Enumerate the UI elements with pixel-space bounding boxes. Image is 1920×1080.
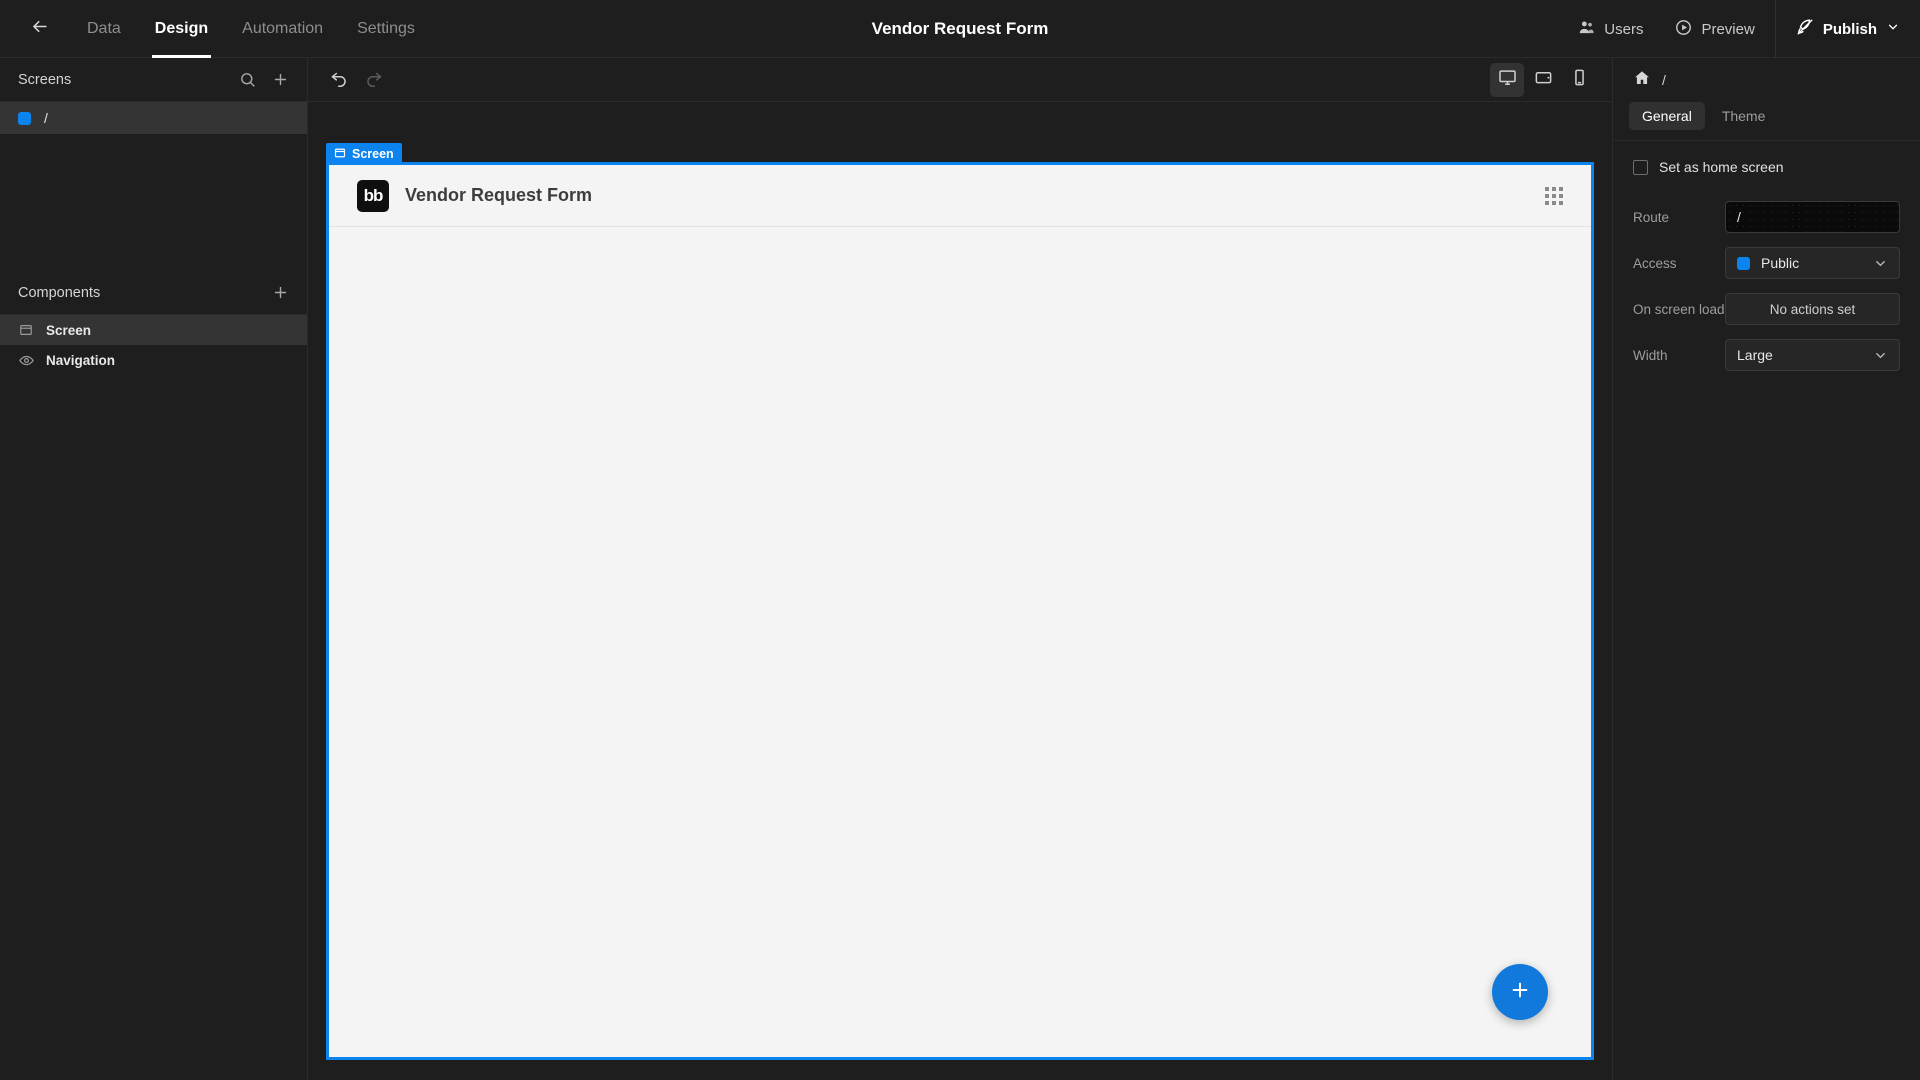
screen-selection-tag[interactable]: Screen: [326, 143, 402, 165]
publish-label: Publish: [1822, 20, 1877, 38]
components-section: Components Screen Navigation: [0, 271, 307, 375]
screens-title: Screens: [18, 71, 72, 88]
arrow-left-icon: [30, 17, 49, 41]
access-badge-icon: [1737, 256, 1750, 270]
tab-theme[interactable]: Theme: [1709, 102, 1779, 130]
screen-preview-frame[interactable]: Screen bb Vendor Request Form: [326, 143, 1594, 1060]
field-on-screen-load: On screen load No actions set: [1633, 293, 1900, 325]
main-nav-tabs: Data Design Automation Settings: [70, 0, 432, 58]
search-icon[interactable]: [239, 71, 256, 88]
grid-dots-icon[interactable]: [1545, 186, 1563, 205]
components-panel-header: Components: [0, 271, 307, 315]
components-title: Components: [18, 284, 101, 301]
route-input-value: /: [1737, 209, 1741, 225]
on-screen-load-value: No actions set: [1769, 301, 1856, 317]
nav-tab-automation[interactable]: Automation: [225, 0, 340, 58]
window-icon: [334, 147, 346, 162]
field-route-label: Route: [1633, 209, 1670, 225]
home-icon[interactable]: [1633, 69, 1651, 92]
nav-tab-design[interactable]: Design: [138, 0, 225, 58]
breadcrumb: /: [1613, 58, 1920, 102]
top-bar: Data Design Automation Settings Vendor R…: [0, 0, 1920, 58]
preview-label: Preview: [1701, 20, 1755, 38]
canvas-viewport: Screen bb Vendor Request Form: [308, 102, 1612, 1080]
preview-app-title: Vendor Request Form: [405, 185, 593, 205]
component-item-screen-label: Screen: [46, 322, 92, 338]
preview-app-navigation: bb Vendor Request Form: [329, 165, 1591, 227]
field-access-label: Access: [1633, 255, 1677, 271]
access-select[interactable]: Public: [1725, 247, 1900, 279]
add-component-icon[interactable]: [272, 284, 289, 301]
eye-icon: [18, 353, 34, 368]
canvas-area: Screen bb Vendor Request Form: [308, 58, 1612, 1080]
app-logo: bb: [357, 179, 389, 212]
breadcrumb-path[interactable]: /: [1662, 72, 1666, 88]
redo-button[interactable]: [356, 63, 390, 97]
tab-general[interactable]: General: [1629, 102, 1705, 130]
tablet-icon: [1534, 68, 1553, 92]
toolbar-divider: [1774, 0, 1776, 58]
field-on-screen-load-label: On screen load: [1633, 301, 1725, 317]
component-item-navigation-label: Navigation: [46, 352, 116, 368]
width-select-value: Large: [1737, 347, 1773, 363]
set-home-screen-checkbox[interactable]: [1633, 159, 1648, 175]
nav-tab-data-label: Data: [87, 19, 121, 37]
plus-icon: [1509, 979, 1531, 1006]
component-item-navigation[interactable]: Navigation: [0, 345, 307, 375]
field-access: Access Public: [1633, 247, 1900, 279]
route-input[interactable]: /: [1725, 201, 1900, 233]
settings-tabs: General Theme: [1613, 102, 1920, 141]
nav-tab-design-label: Design: [154, 19, 209, 37]
screens-panel-header: Screens: [0, 58, 307, 102]
users-icon: [1578, 19, 1595, 40]
back-button[interactable]: [22, 12, 56, 46]
screen-access-badge: [18, 111, 31, 125]
undo-icon: [330, 68, 349, 92]
width-select[interactable]: Large: [1725, 339, 1900, 371]
right-settings-panel: / General Theme Set as home screen Route…: [1612, 58, 1920, 1080]
add-screen-icon[interactable]: [272, 71, 289, 88]
settings-body: Set as home screen Route / Access Public: [1613, 141, 1920, 371]
screen-list-item-label: /: [44, 110, 48, 126]
device-mobile-button[interactable]: [1562, 63, 1596, 97]
tab-general-label: General: [1642, 108, 1692, 124]
nav-tab-settings-label: Settings: [357, 19, 415, 37]
rocket-icon: [1796, 18, 1814, 40]
chevron-down-icon: [1873, 348, 1888, 363]
users-label: Users: [1604, 20, 1644, 38]
device-preview-toggle: [1490, 63, 1596, 97]
set-home-screen-label: Set as home screen: [1659, 159, 1784, 175]
redo-icon: [364, 68, 383, 92]
chevron-down-icon: [1873, 256, 1888, 271]
left-sidebar: Screens / Components Screen Navigation: [0, 58, 308, 1080]
screen-selection-tag-label: Screen: [352, 147, 394, 161]
access-select-value: Public: [1761, 255, 1800, 271]
tab-theme-label: Theme: [1721, 108, 1766, 124]
field-width-label: Width: [1633, 347, 1668, 363]
add-component-fab[interactable]: [1492, 964, 1548, 1020]
set-home-screen-row[interactable]: Set as home screen: [1633, 159, 1900, 175]
desktop-icon: [1498, 68, 1517, 92]
chevron-down-icon: [1886, 20, 1900, 38]
nav-tab-automation-label: Automation: [242, 19, 324, 37]
undo-button[interactable]: [322, 63, 356, 97]
play-circle-icon: [1675, 19, 1692, 40]
nav-tab-settings[interactable]: Settings: [340, 0, 432, 58]
publish-button[interactable]: Publish: [1780, 0, 1920, 58]
field-route: Route /: [1633, 201, 1900, 233]
screens-list: /: [0, 102, 307, 134]
screen-list-item-root[interactable]: /: [0, 102, 307, 134]
window-icon: [18, 323, 34, 337]
mobile-icon: [1570, 68, 1589, 92]
preview-button[interactable]: Preview: [1659, 0, 1770, 58]
users-button[interactable]: Users: [1562, 0, 1659, 58]
top-bar-actions: Users Preview Publish: [1562, 0, 1920, 58]
canvas-toolbar: [308, 58, 1612, 102]
device-tablet-button[interactable]: [1526, 63, 1560, 97]
field-width: Width Large: [1633, 339, 1900, 371]
device-desktop-button[interactable]: [1490, 63, 1524, 97]
component-item-screen[interactable]: Screen: [0, 315, 307, 345]
nav-tab-data[interactable]: Data: [70, 0, 138, 58]
on-screen-load-button[interactable]: No actions set: [1725, 293, 1900, 325]
